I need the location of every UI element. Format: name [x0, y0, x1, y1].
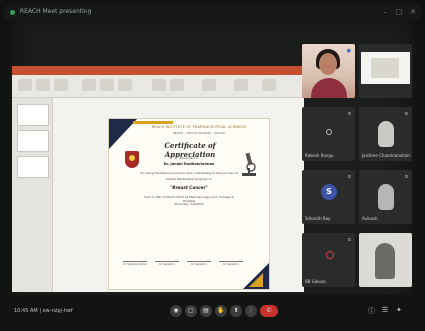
certificate-gold-corner	[249, 273, 263, 287]
close-icon[interactable]: ✕	[407, 4, 419, 20]
signature-line: Dr. Signatory	[187, 261, 211, 266]
participant-tile[interactable]	[359, 44, 412, 98]
speaking-icon: ●	[346, 48, 351, 54]
ribbon-tabs	[12, 66, 304, 81]
certificate-gold-bar	[133, 121, 173, 124]
activities-icon[interactable]: ✦	[396, 306, 402, 314]
slide-thumbnails	[12, 98, 53, 292]
certificate-heading: REACH INSTITUTE OF PHARMACEUTICAL SCIENC…	[151, 125, 247, 129]
mic-icon[interactable]: ◉	[170, 305, 182, 317]
end-call-button[interactable]: ✆	[260, 305, 278, 317]
certificate-date: Thursday, 3/9/2023	[174, 202, 204, 206]
present-icon[interactable]: ⬆	[230, 305, 242, 317]
title-bar: REACH Meet presenting – ▢ ✕	[4, 4, 421, 20]
certificate-program: "Breast Cancer"	[170, 185, 208, 190]
avatar-placeholder-icon	[326, 251, 334, 259]
participant-tile[interactable]: ⦸ Rakesh Rangu	[302, 107, 355, 161]
minimize-icon[interactable]: –	[379, 4, 391, 20]
raise-hand-icon[interactable]: ✋	[215, 305, 227, 317]
camera-icon[interactable]: ▢	[185, 305, 197, 317]
participant-tile[interactable]: ⦸ BB Gokula	[302, 233, 355, 287]
mic-muted-icon: ⦸	[347, 111, 351, 117]
mic-muted-icon: ⦸	[404, 174, 408, 180]
mic-muted-icon: ⦸	[347, 174, 351, 180]
participant-tile[interactable]: ⦸ Jaishree Chandramohan	[359, 107, 412, 161]
certificate-body-2: Alumni Mentorship Program on	[165, 177, 213, 181]
participant-tile[interactable]: ●	[302, 44, 355, 98]
captions-icon[interactable]: ▤	[200, 305, 212, 317]
signature-line: Dr. Signatory Name	[123, 261, 147, 266]
participant-avatar	[378, 184, 394, 210]
participant-initial-avatar: S	[321, 184, 337, 200]
shared-screen: REACH INSTITUTE OF PHARMACEUTICAL SCIENC…	[12, 66, 304, 292]
participant-tile[interactable]	[359, 233, 412, 287]
crest-icon	[125, 151, 139, 168]
meeting-controls-bar: 10:45 AM | ew-nzpj-hwf ◉ ▢ ▤ ✋ ⬆ ⋮ ✆ ⓘ ☰…	[4, 295, 421, 327]
participant-tile[interactable]: ⦸ Avinash	[359, 170, 412, 224]
more-options-icon[interactable]: ⋮	[245, 305, 257, 317]
ribbon-toolbar	[12, 75, 304, 98]
participant-name: Rakesh Rangu	[305, 153, 334, 158]
meeting-time-and-code: 10:45 AM | ew-nzpj-hwf	[14, 308, 73, 314]
slide-thumbnail[interactable]	[17, 156, 49, 178]
mic-muted-icon: ⦸	[404, 111, 408, 117]
certificate-subheading: REACH • REACH PHARMA • REACH	[172, 131, 226, 135]
microscope-icon	[242, 152, 256, 176]
certificate-recipient: Dr. Janaki Radhakrishnan	[163, 162, 215, 166]
participant-name: Avinash	[362, 216, 378, 221]
participant-tile[interactable]: S ⦸ Srikanth Ray	[302, 170, 355, 224]
participant-screen-thumbnail	[361, 52, 410, 84]
certificate-slide: REACH INSTITUTE OF PHARMACEUTICAL SCIENC…	[108, 118, 270, 290]
signature-line: Dr. Signatory	[219, 261, 243, 266]
meeting-info-icon[interactable]: ⓘ	[368, 306, 375, 316]
signature-line: Dr. Signatory	[155, 261, 179, 266]
participant-video	[375, 243, 395, 279]
participant-name: BB Gokula	[305, 279, 326, 284]
window-title: REACH Meet presenting	[19, 8, 92, 15]
participant-avatar	[378, 121, 394, 147]
mic-muted-icon: ⦸	[347, 237, 351, 243]
presenting-indicator-icon	[10, 9, 15, 15]
maximize-icon[interactable]: ▢	[393, 4, 405, 20]
avatar-placeholder-icon	[326, 129, 332, 135]
certificate-presented-to: Presented to	[179, 156, 199, 160]
slide-thumbnail[interactable]	[17, 130, 49, 152]
certificate-body: for being the Resource person and contri…	[140, 171, 238, 175]
participant-name: Srikanth Ray	[305, 216, 331, 221]
meeting-screen: REACH Meet presenting – ▢ ✕ REACH INSTIT…	[4, 4, 421, 327]
participants-icon[interactable]: ☰	[382, 306, 388, 314]
participant-name: Jaishree Chandramohan	[362, 153, 410, 158]
slide-thumbnail[interactable]	[17, 104, 49, 126]
